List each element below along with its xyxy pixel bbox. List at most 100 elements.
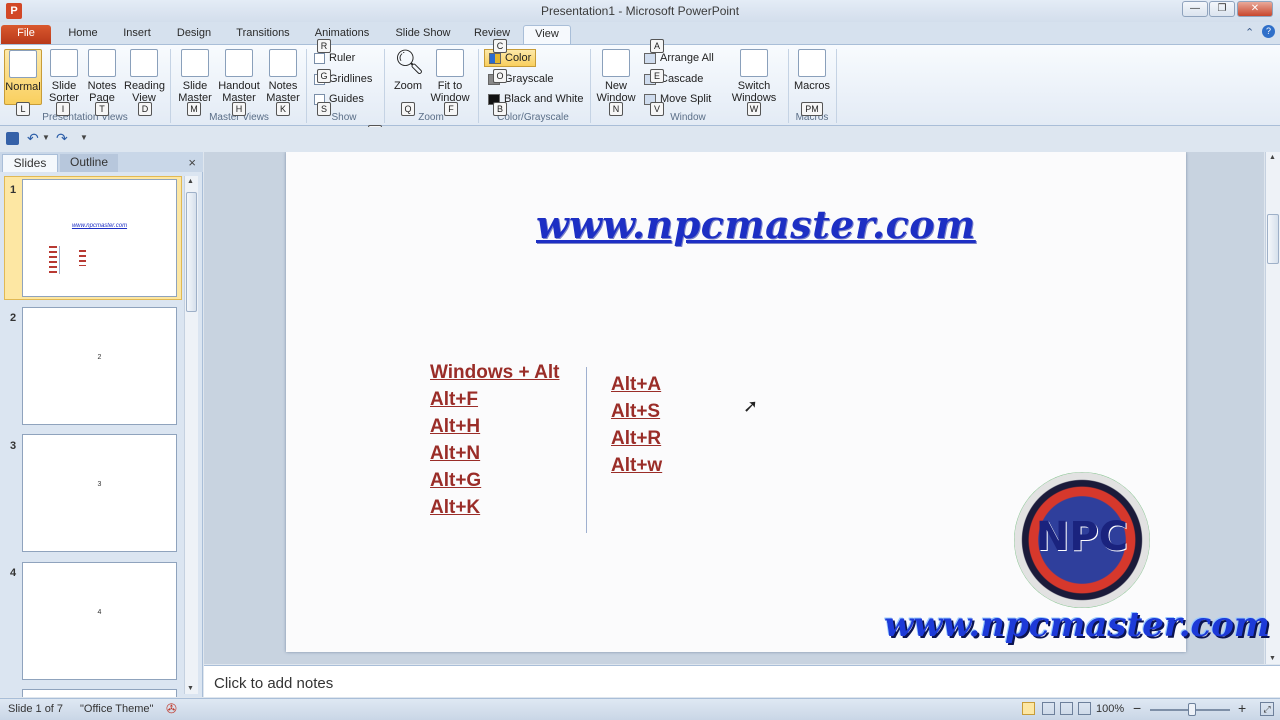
scroll-down-icon[interactable]: ▼ bbox=[187, 685, 194, 692]
mouse-cursor-icon: ➚ bbox=[743, 396, 759, 416]
slide-counter: Slide 1 of 7 bbox=[8, 703, 64, 715]
tab-design[interactable]: Design bbox=[168, 25, 220, 44]
slides-pane-scroll-thumb[interactable] bbox=[186, 192, 197, 312]
reading-view-status-icon[interactable] bbox=[1060, 702, 1073, 715]
arrange-all-icon bbox=[644, 52, 656, 64]
thumbnail-label: 2 bbox=[97, 354, 102, 361]
minimize-button[interactable]: — bbox=[1182, 1, 1208, 17]
close-button[interactable]: ✕ bbox=[1237, 1, 1273, 17]
shortcut-right-3: Alt+R bbox=[611, 428, 662, 449]
npc-logo-text: NPC bbox=[1035, 514, 1129, 560]
tab-insert[interactable]: Insert bbox=[114, 25, 160, 44]
spell-check-icon[interactable]: ✇ bbox=[166, 701, 177, 717]
shortcut-left-3: Alt+H bbox=[430, 416, 481, 437]
keytip-fit-to-window: F bbox=[444, 102, 458, 116]
fit-to-window-button[interactable]: Fit to Window bbox=[430, 49, 470, 104]
scroll-down-icon[interactable]: ▼ bbox=[1269, 655, 1276, 662]
slide-vertical-scrollbar[interactable]: ▲ ▼ bbox=[1265, 152, 1280, 664]
slide-thumbnail-1[interactable]: www.npcmaster.com bbox=[22, 179, 177, 297]
tab-transitions[interactable]: Transitions bbox=[228, 25, 298, 44]
tab-review[interactable]: Review bbox=[466, 25, 518, 44]
keytip-zoom: Q bbox=[401, 102, 415, 116]
minimize-ribbon-icon[interactable]: ⌃ bbox=[1245, 26, 1254, 39]
slide-number-3: 3 bbox=[10, 440, 17, 452]
notes-pane[interactable]: Click to add notes bbox=[204, 665, 1280, 697]
slide-sorter-status-icon[interactable] bbox=[1042, 702, 1055, 715]
close-pane-icon[interactable]: × bbox=[188, 155, 196, 170]
slide-title[interactable]: www.npcmaster.com bbox=[536, 202, 976, 247]
scroll-up-icon[interactable]: ▲ bbox=[187, 178, 194, 185]
switch-windows-button[interactable]: Switch Windows bbox=[728, 49, 780, 104]
group-separator bbox=[306, 49, 307, 123]
title-bar: P Presentation1 - Microsoft PowerPoint —… bbox=[0, 0, 1280, 22]
shortcut-right-4: Alt+w bbox=[611, 455, 663, 476]
scroll-up-icon[interactable]: ▲ bbox=[1269, 154, 1276, 161]
window-title: Presentation1 - Microsoft PowerPoint bbox=[540, 4, 740, 18]
macros-button[interactable]: Macros bbox=[792, 49, 832, 92]
zoom-in-button[interactable]: + bbox=[1238, 700, 1246, 716]
theme-name[interactable]: "Office Theme" bbox=[80, 703, 153, 715]
keytip-macros: PM bbox=[801, 102, 823, 116]
arrange-all-button[interactable]: Arrange All bbox=[644, 51, 714, 65]
slide-sorter-icon bbox=[50, 49, 78, 77]
tab-slides[interactable]: Slides bbox=[2, 154, 58, 172]
keytip-color: C bbox=[493, 39, 507, 53]
slide-thumbnail-2[interactable]: 2 bbox=[22, 307, 177, 425]
normal-view-status-icon[interactable] bbox=[1022, 702, 1035, 715]
keytip-gridlines: G bbox=[317, 69, 331, 83]
slides-pane: Slides Outline × 1 www.npcmaster.com 2 2… bbox=[0, 152, 203, 697]
slide-show-status-icon[interactable] bbox=[1078, 702, 1091, 715]
fit-slide-icon[interactable]: ⤢ bbox=[1260, 702, 1274, 716]
reading-view-button[interactable]: Reading View bbox=[124, 49, 165, 104]
undo-dropdown-icon[interactable]: ▼ bbox=[42, 133, 50, 142]
keytip-ruler: R bbox=[317, 39, 331, 53]
tab-file[interactable]: File bbox=[1, 25, 51, 44]
shortcut-right-2: Alt+S bbox=[611, 401, 661, 422]
notes-page-button[interactable]: Notes Page bbox=[82, 49, 122, 104]
group-label-zoom: Zoom bbox=[418, 112, 444, 123]
slides-pane-scrollbar[interactable]: ▲ ▼ bbox=[184, 176, 198, 694]
keytip-grayscale: O bbox=[493, 69, 507, 83]
shortcut-left-4: Alt+N bbox=[430, 443, 481, 464]
zoom-slider-knob[interactable] bbox=[1188, 703, 1196, 716]
magnifier-icon: 🔍︎ bbox=[394, 49, 425, 76]
tab-outline[interactable]: Outline bbox=[60, 154, 118, 172]
group-separator bbox=[590, 49, 591, 123]
keytip-slide-master: M bbox=[187, 102, 201, 116]
new-window-button[interactable]: New Window bbox=[596, 49, 636, 104]
slide-number-4: 4 bbox=[10, 567, 17, 579]
handout-master-button[interactable]: Handout Master bbox=[216, 49, 262, 104]
undo-icon[interactable]: ↶ bbox=[27, 130, 39, 147]
zoom-out-button[interactable]: − bbox=[1133, 700, 1141, 716]
zoom-button[interactable]: 🔍︎ Zoom bbox=[388, 49, 428, 92]
watermark-url: www.npcmaster.com bbox=[884, 605, 1270, 645]
keytip-new-window: N bbox=[609, 102, 623, 116]
keytip-move-split: V bbox=[650, 102, 664, 116]
help-icon[interactable]: ? bbox=[1262, 25, 1275, 38]
reading-view-icon bbox=[130, 49, 158, 77]
customize-toolbar-icon[interactable]: ▼ bbox=[80, 133, 88, 142]
tab-home[interactable]: Home bbox=[60, 25, 106, 44]
keytip-black-white: B bbox=[493, 102, 507, 116]
thumbnail-label: 4 bbox=[97, 609, 102, 616]
slide-thumbnail-3[interactable]: 3 bbox=[22, 434, 177, 552]
slide-sorter-button[interactable]: Slide Sorter bbox=[44, 49, 84, 104]
slide-scroll-thumb[interactable] bbox=[1267, 214, 1279, 264]
slide-master-button[interactable]: Slide Master bbox=[175, 49, 215, 104]
normal-view-button[interactable]: Normal bbox=[4, 49, 42, 105]
notes-master-button[interactable]: Notes Master bbox=[263, 49, 303, 104]
zoom-level[interactable]: 100% bbox=[1096, 703, 1124, 715]
keytip-slide-sorter: I bbox=[56, 102, 70, 116]
ribbon-tab-row: File Home Insert Design Transitions Anim… bbox=[0, 22, 1280, 44]
redo-icon[interactable]: ↷ bbox=[56, 130, 68, 147]
ruler-checkbox[interactable]: Ruler bbox=[314, 51, 355, 65]
tab-view[interactable]: View bbox=[523, 25, 571, 44]
slide-thumbnail-4[interactable]: 4 bbox=[22, 562, 177, 680]
save-icon[interactable] bbox=[6, 132, 19, 145]
color-button[interactable]: Color bbox=[484, 49, 537, 67]
handout-master-icon bbox=[225, 49, 253, 77]
maximize-button[interactable]: ❐ bbox=[1209, 1, 1235, 17]
group-separator bbox=[170, 49, 171, 123]
tab-slide-show[interactable]: Slide Show bbox=[388, 25, 458, 44]
slide-thumbnail-5-partial[interactable] bbox=[22, 689, 177, 697]
